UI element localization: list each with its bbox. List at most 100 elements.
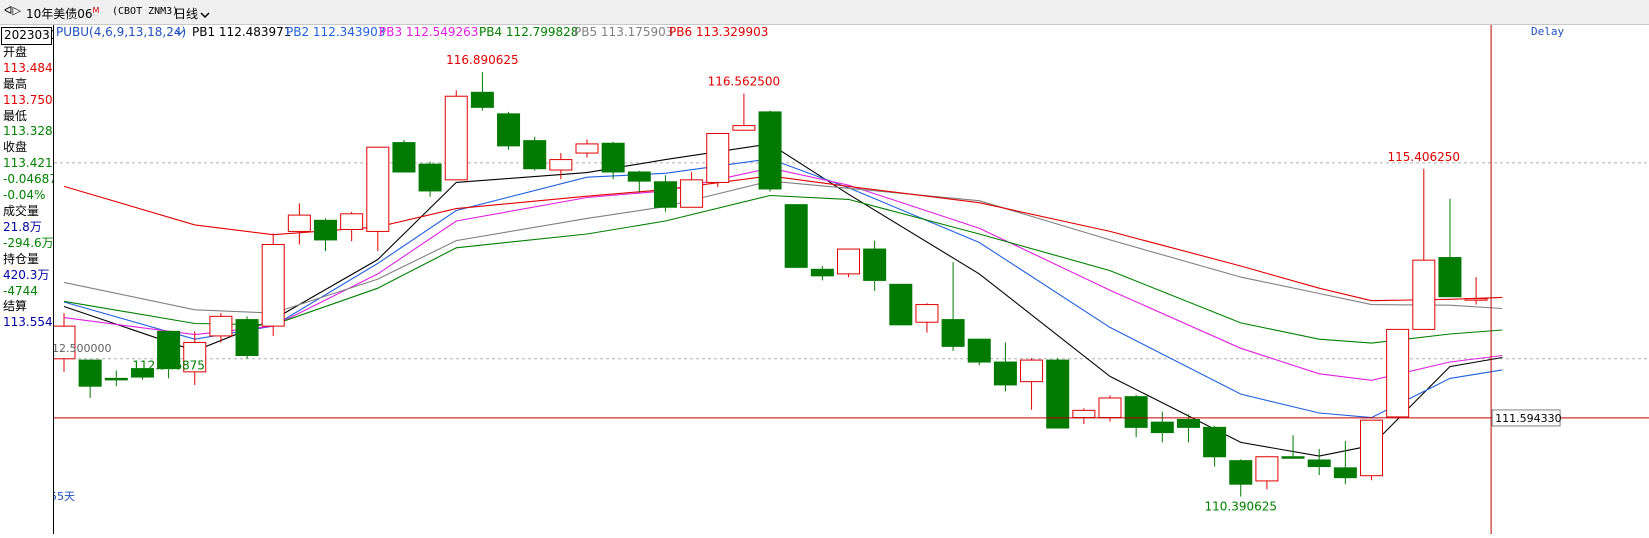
info-sidebar: 20230315 开盘 113.4843 最高 113.7500 最低 113.… — [0, 25, 54, 534]
candle-body — [261, 243, 285, 327]
candle — [758, 110, 782, 192]
candle-body — [1438, 257, 1462, 298]
low-value: 113.3281 — [3, 124, 53, 139]
indicator-name[interactable]: PUBU(4,6,9,13,18,24) — [56, 25, 186, 39]
close-label: 收盘 — [3, 140, 28, 155]
candle-body — [1464, 298, 1488, 301]
candle-body — [680, 179, 704, 208]
indicator-value-6: PB6 113.329903 — [669, 25, 768, 39]
crosshair-label: 111.594330 — [1495, 412, 1561, 425]
instrument-name: 10年美债06 — [26, 7, 93, 21]
chart-background — [54, 25, 1649, 534]
candle — [261, 233, 285, 336]
high-label: 最高 — [3, 76, 28, 91]
change-pct: -0.04% — [3, 188, 46, 203]
candle-body — [941, 319, 965, 347]
candle-body — [1229, 460, 1253, 485]
candle — [523, 136, 547, 171]
candle-body — [1150, 421, 1174, 434]
period-selector[interactable]: 日线 — [174, 5, 210, 22]
candle — [967, 338, 991, 366]
candle — [1386, 328, 1410, 418]
price-annotation: 110.390625 — [1204, 500, 1277, 514]
candle — [784, 204, 808, 268]
candle-body — [1386, 328, 1410, 418]
oi-value: 420.3万 — [3, 267, 50, 282]
candle-body — [1255, 456, 1279, 482]
candle-body — [104, 377, 128, 381]
candle — [706, 132, 730, 188]
indicator-value-1: PB1 112.483971 — [192, 25, 291, 39]
candle — [392, 139, 416, 173]
candle-body — [993, 361, 1017, 386]
volume-value: 21.8万 — [3, 219, 42, 234]
candle-body — [627, 171, 651, 182]
indicator-value-3: PB3 112.549263 — [379, 25, 478, 39]
candle-body — [601, 142, 625, 173]
candle-body — [418, 163, 442, 192]
candle-body — [732, 125, 756, 131]
candle-body — [1176, 419, 1200, 428]
days-label: 55天 — [54, 490, 75, 503]
price-annotation: 116.562500 — [708, 74, 781, 88]
candle — [444, 90, 468, 181]
instrument-title: 10年美债06M — [26, 5, 99, 22]
candle-body — [497, 113, 521, 147]
candle-body — [889, 283, 913, 326]
candle-body — [392, 142, 416, 173]
change-value: -0.04687 — [3, 172, 54, 187]
title-bar: ᐊ▷ 10年美债06M (CBOT ZNM3) 日线 — [0, 0, 1649, 25]
candle-body — [1281, 456, 1305, 459]
chart-area[interactable]: 116.890625 116.562500 115.406250 112.546875… — [0, 25, 1649, 534]
candle — [1360, 419, 1383, 481]
date-value: 20230315 — [4, 28, 53, 42]
oi-label: 持仓量 — [3, 251, 40, 266]
candle-body — [837, 248, 860, 275]
instrument-code: (CBOT ZNM3) — [112, 6, 179, 17]
date-box: 20230315 — [1, 27, 53, 45]
candle-body — [810, 268, 834, 277]
price-annotation: 115.406250 — [1388, 150, 1461, 164]
candle-body — [575, 143, 599, 154]
candle-body — [1412, 259, 1436, 330]
y-axis-grid-label: 12.500000 — [54, 342, 112, 355]
indicator-legend: PUBU(4,6,9,13,18,24) PB1 112.483971PB2 1… — [56, 25, 768, 39]
close-value: 113.4218 — [3, 156, 53, 171]
candle-body — [1020, 359, 1044, 383]
candle-body — [444, 95, 468, 181]
candle-body — [967, 338, 991, 363]
candle — [235, 316, 259, 359]
candle-body — [366, 146, 390, 232]
candle-body — [287, 214, 311, 232]
period-label: 日线 — [174, 7, 199, 21]
candle-body — [1307, 459, 1331, 468]
candle-body — [1072, 409, 1096, 419]
candle-body — [314, 219, 337, 241]
candle-body — [235, 319, 259, 357]
candle-body — [549, 159, 573, 171]
indicator-value-2: PB2 112.343903 — [286, 25, 385, 39]
candle-body — [78, 359, 102, 387]
volume-change: -294.6万 — [3, 235, 54, 250]
candlestick-chart[interactable]: 116.890625 116.562500 115.406250 112.546875… — [0, 25, 1649, 534]
candle — [497, 111, 521, 150]
chevron-down-icon — [200, 11, 210, 18]
candle-body — [1124, 396, 1148, 428]
high-value: 113.7500 — [3, 92, 53, 107]
indicator-value-5: PB5 113.175903 — [574, 25, 673, 39]
candle — [889, 283, 913, 326]
instrument-flag: M — [92, 6, 100, 15]
delay-label: Delay — [1531, 25, 1564, 38]
price-annotation: 116.890625 — [446, 53, 519, 67]
candle-body — [915, 304, 939, 323]
open-label: 开盘 — [3, 44, 28, 59]
candle-body — [209, 315, 233, 337]
candle-body — [340, 213, 364, 230]
candle-body — [523, 140, 547, 170]
candle-body — [653, 181, 677, 208]
oi-change: -4744 — [3, 283, 38, 298]
candle — [837, 248, 860, 278]
open-value: 113.4843 — [3, 60, 53, 75]
price-annotation: 112.546875 — [132, 359, 205, 373]
left-right-arrows-icon[interactable]: ᐊ▷ — [4, 4, 21, 17]
